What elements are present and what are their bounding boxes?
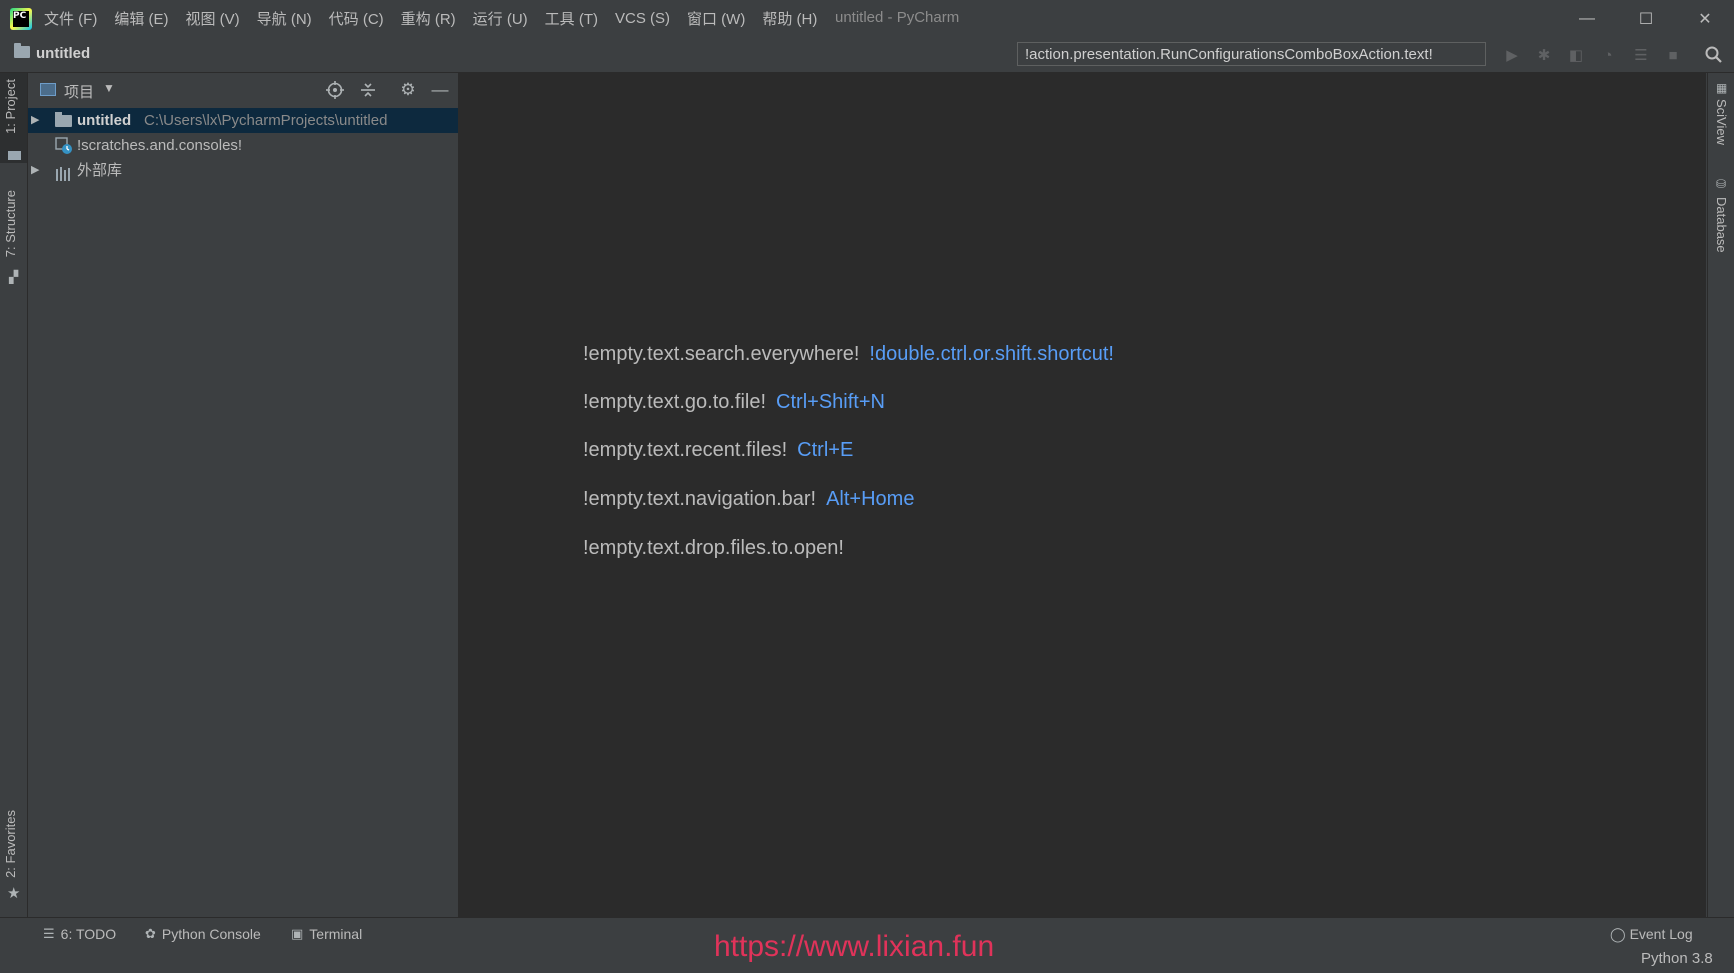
event-log-icon: ◯ xyxy=(1610,926,1626,942)
menu-vcs[interactable]: VCS (S) xyxy=(615,10,670,27)
database-icon: ⛁ xyxy=(1716,177,1727,191)
list-icon: ☰ xyxy=(43,926,55,941)
collapse-all-icon[interactable] xyxy=(357,79,379,101)
todo-tab-label: 6: TODO xyxy=(60,926,117,942)
terminal-tool-tab[interactable]: ▣ Terminal xyxy=(291,926,362,942)
tree-row-scratches[interactable]: !scratches.and.consoles! xyxy=(28,133,458,158)
locate-icon[interactable] xyxy=(324,79,346,101)
concurrency-icon[interactable]: ☰ xyxy=(1631,45,1651,65)
python-icon: ✿ xyxy=(145,926,156,941)
sciview-tool-tab[interactable]: ▦ SciView xyxy=(1708,77,1734,157)
project-panel-header: 项目 ▼ ⚙ — xyxy=(28,73,458,106)
hint-drop-files: !empty.text.drop.files.to.open! xyxy=(583,537,844,560)
hide-panel-icon[interactable]: — xyxy=(429,79,451,101)
event-log-label: Event Log xyxy=(1629,926,1693,942)
gear-icon[interactable]: ⚙ xyxy=(397,79,419,101)
profile-icon[interactable]: ◔ xyxy=(1598,45,1618,65)
project-tab-folder-icon xyxy=(8,151,21,160)
interpreter-status[interactable]: Python 3.8 xyxy=(1641,950,1713,967)
stop-icon[interactable]: ■ xyxy=(1663,45,1683,65)
database-tool-tab[interactable]: ⛁ Database xyxy=(1708,173,1734,263)
breadcrumb-project[interactable]: untitled xyxy=(36,45,90,62)
title-bar: PC 文件 (F) 编辑 (E) 视图 (V) 导航 (N) 代码 (C) 重构… xyxy=(0,0,1734,38)
project-panel: 项目 ▼ ⚙ — ▶ untitled C:\Users\lx\PycharmP… xyxy=(28,73,459,917)
hint-text: !empty.text.recent.files! xyxy=(583,439,788,461)
pycharm-logo-icon: PC xyxy=(10,8,32,30)
close-button[interactable]: ✕ xyxy=(1676,0,1734,37)
debug-icon[interactable]: ✱ xyxy=(1534,45,1554,65)
hint-text: !empty.text.search.everywhere! xyxy=(583,343,860,365)
tree-item-label: !scratches.and.consoles! xyxy=(77,137,243,154)
hint-recent-files: !empty.text.recent.files! Ctrl+E xyxy=(583,439,853,462)
project-view-selector[interactable]: 项目 xyxy=(64,81,94,102)
expand-arrow-icon[interactable]: ▶ xyxy=(31,158,39,183)
hint-shortcut: Ctrl+E xyxy=(797,439,854,461)
favorites-tool-tab[interactable]: 2: Favorites ★ xyxy=(0,808,27,908)
scratches-icon xyxy=(55,137,73,155)
star-icon: ★ xyxy=(7,885,21,902)
tree-item-label: untitled xyxy=(77,112,132,129)
project-view-icon xyxy=(40,83,56,96)
project-tool-tab[interactable]: 1: Project xyxy=(0,73,27,163)
folder-icon xyxy=(14,43,30,58)
sciview-tab-label: SciView xyxy=(1714,99,1729,146)
favorites-tab-label: 2: Favorites xyxy=(3,810,18,878)
menu-view[interactable]: 视图 (V) xyxy=(186,8,240,29)
hint-text: !empty.text.drop.files.to.open! xyxy=(583,537,844,559)
chevron-down-icon[interactable]: ▼ xyxy=(103,81,115,95)
maximize-button[interactable]: ☐ xyxy=(1617,0,1675,37)
menu-code[interactable]: 代码 (C) xyxy=(329,8,384,29)
structure-tab-label: 7: Structure xyxy=(3,190,18,258)
search-everywhere-icon[interactable] xyxy=(1704,45,1724,65)
structure-tool-tab[interactable]: 7: Structure ▞ xyxy=(0,188,27,288)
project-tab-label: 1: Project xyxy=(3,79,18,134)
bottom-tool-bar: ☰ 6: TODO ✿ Python Console ▣ Terminal https… xyxy=(0,917,1734,973)
library-icon xyxy=(55,164,73,181)
menu-edit[interactable]: 编辑 (E) xyxy=(114,8,168,29)
folder-icon xyxy=(55,112,72,127)
menu-navigate[interactable]: 导航 (N) xyxy=(257,8,312,29)
run-icon[interactable]: ▶ xyxy=(1502,45,1522,65)
database-tab-label: Database xyxy=(1714,197,1729,253)
minimize-button[interactable]: — xyxy=(1558,0,1616,37)
menu-run[interactable]: 运行 (U) xyxy=(473,8,528,29)
hint-shortcut: Alt+Home xyxy=(826,488,915,510)
hint-shortcut: Ctrl+Shift+N xyxy=(776,391,885,413)
hint-text: !empty.text.go.to.file! xyxy=(583,391,767,413)
structure-icon: ▞ xyxy=(9,270,19,284)
menu-refactor[interactable]: 重构 (R) xyxy=(401,8,456,29)
navigation-bar: untitled !action.presentation.RunConfigu… xyxy=(0,37,1734,73)
menu-bar: 文件 (F) 编辑 (E) 视图 (V) 导航 (N) 代码 (C) 重构 (R… xyxy=(44,0,834,37)
terminal-icon: ▣ xyxy=(291,926,304,941)
menu-window[interactable]: 窗口 (W) xyxy=(687,8,745,29)
tree-item-path: C:\Users\lx\PycharmProjects\untitled xyxy=(144,112,388,129)
menu-help[interactable]: 帮助 (H) xyxy=(762,8,817,29)
tree-row-external-libraries[interactable]: ▶ 外部库 xyxy=(28,158,458,183)
hint-search-everywhere: !empty.text.search.everywhere! !double.ct… xyxy=(583,343,1114,366)
sciview-icon: ▦ xyxy=(1716,81,1728,95)
python-console-tool-tab[interactable]: ✿ Python Console xyxy=(145,926,261,942)
tree-item-label: 外部库 xyxy=(77,162,123,179)
terminal-tab-label: Terminal xyxy=(309,926,363,942)
python-console-tab-label: Python Console xyxy=(161,926,261,942)
right-tool-strip: ▦ SciView ⛁ Database xyxy=(1707,73,1734,917)
expand-arrow-icon[interactable]: ▶ xyxy=(31,108,39,133)
hint-navigation-bar: !empty.text.navigation.bar! Alt+Home xyxy=(583,488,914,511)
window-title: untitled - PyCharm xyxy=(835,9,960,26)
tree-row-project-root[interactable]: ▶ untitled C:\Users\lx\PycharmProjects\u… xyxy=(28,108,458,133)
menu-file[interactable]: 文件 (F) xyxy=(44,8,97,29)
editor-area[interactable]: !empty.text.search.everywhere! !double.ct… xyxy=(459,73,1706,917)
menu-tools[interactable]: 工具 (T) xyxy=(545,8,598,29)
coverage-icon[interactable]: ◧ xyxy=(1566,45,1586,65)
hint-go-to-file: !empty.text.go.to.file! Ctrl+Shift+N xyxy=(583,391,885,414)
hint-text: !empty.text.navigation.bar! xyxy=(583,488,817,510)
todo-tool-tab[interactable]: ☰ 6: TODO xyxy=(43,926,116,942)
hint-shortcut: !double.ctrl.or.shift.shortcut! xyxy=(869,343,1114,365)
event-log-button[interactable]: ◯ Event Log xyxy=(1610,926,1693,943)
watermark-url: https://www.lixian.fun xyxy=(714,930,995,963)
run-configuration-combo[interactable]: !action.presentation.RunConfigurationsCo… xyxy=(1017,42,1486,66)
